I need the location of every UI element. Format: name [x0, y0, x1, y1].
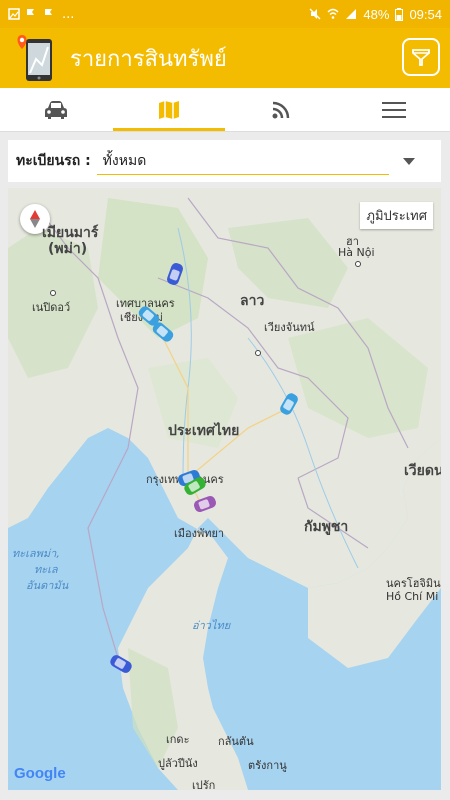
- google-logo: Google: [14, 765, 66, 782]
- more-notifications: ...: [62, 6, 75, 22]
- image-notification-icon: [8, 8, 20, 20]
- map-label-perak: เปรัก: [192, 779, 216, 790]
- clock: 09:54: [409, 6, 442, 22]
- map-icon: [158, 100, 179, 119]
- map-label-vientiane: เวียงจันทน์: [264, 321, 315, 334]
- map-label-pattaya: เมืองพัทยา: [174, 527, 225, 540]
- map-label-vietnam: เวียดน: [404, 463, 441, 479]
- status-left: ...: [8, 7, 74, 22]
- map-label-myanmar-sub: (พม่า): [48, 241, 88, 257]
- tab-menu[interactable]: [338, 88, 450, 131]
- google-logo-text: Google: [14, 765, 66, 782]
- flag-notification-icon: [27, 9, 34, 19]
- map-city-dot-hanoi: [355, 261, 361, 267]
- app-screen: ... 48% 09:54 รายการสินทรัพย์ ทะเบียนรถ …: [0, 0, 450, 800]
- filter-button[interactable]: [402, 38, 440, 76]
- map-label-penang: ปูลัวปีนัง: [158, 757, 198, 770]
- status-bar: ... 48% 09:54: [0, 0, 450, 28]
- phone-map-pin-icon: [14, 33, 58, 83]
- map-view[interactable]: ภูมิประเทศ เมียนมาร์ (พม่า) เนปิดอว์ เทศ…: [8, 188, 441, 790]
- tab-feed[interactable]: [225, 88, 338, 131]
- map-label-hanoi-2: Hà Nội: [338, 246, 375, 259]
- car-icon: [45, 100, 68, 119]
- chevron-down-icon[interactable]: [403, 157, 415, 165]
- map-label-hcmc-2: Hồ Chí Mi: [386, 590, 439, 603]
- rss-icon: [272, 101, 290, 118]
- map-label-gulf: อ่าวไทย: [192, 619, 231, 632]
- tab-vehicles[interactable]: [0, 88, 113, 131]
- vehicle-select-value: ทั้งหมด: [102, 152, 147, 169]
- map-city-dot: [50, 290, 56, 296]
- wifi-icon: [327, 8, 339, 19]
- map-label-terengganu: ตรังกานู: [248, 759, 287, 772]
- map-label-thailand: ประเทศไทย: [168, 423, 240, 439]
- vehicle-filter-row: ทะเบียนรถ : ทั้งหมด: [8, 140, 441, 182]
- map-terrain: [8, 188, 441, 790]
- status-right: 48% 09:54: [309, 7, 442, 22]
- battery-percent: 48%: [363, 6, 390, 22]
- map-label-andaman-3: อันดามัน: [26, 579, 69, 592]
- map-label-naypyidaw: เนปิดอว์: [32, 301, 71, 314]
- mute-icon: [309, 8, 321, 20]
- page-title: รายการสินทรัพย์: [70, 46, 227, 72]
- app-bar: รายการสินทรัพย์: [0, 28, 450, 88]
- map-label-laos: ลาว: [240, 293, 265, 309]
- map-label-kelantan: กลันตัน: [218, 735, 254, 748]
- filter-icon: [412, 49, 430, 66]
- flag-notification-icon-2: [45, 9, 52, 19]
- map-label-kedah: เกดะ: [166, 733, 190, 746]
- map-label-cambodia: กัมพูชา: [304, 519, 349, 535]
- tab-bar: [0, 88, 450, 132]
- terrain-toggle-button[interactable]: ภูมิประเทศ: [360, 202, 433, 229]
- compass-icon: [30, 210, 40, 228]
- menu-icon: [381, 101, 406, 118]
- battery-icon: [395, 7, 404, 21]
- vehicle-select[interactable]: ทั้งหมด: [96, 147, 389, 175]
- signal-icon: [346, 9, 357, 19]
- tab-map[interactable]: [112, 88, 226, 131]
- map-city-dot-udon: [255, 350, 261, 356]
- filter-label: ทะเบียนรถ :: [16, 153, 91, 169]
